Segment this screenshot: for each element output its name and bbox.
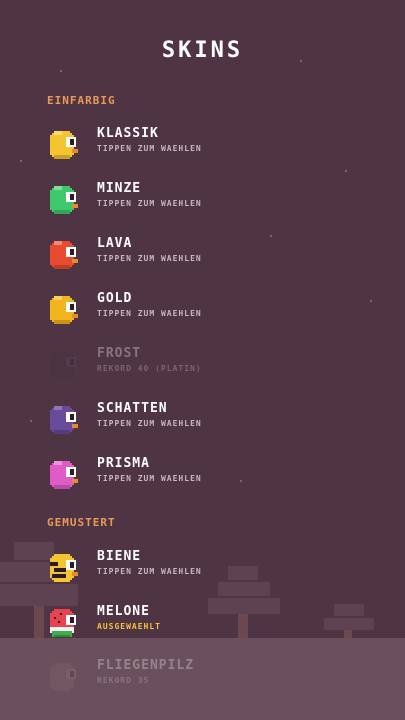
skin-status: TIPPEN ZUM WAEHLEN [97, 474, 202, 483]
skin-status: TIPPEN ZUM WAEHLEN [97, 199, 202, 208]
fliegenpilz-locked-skin-icon [50, 663, 76, 691]
skin-row-biene[interactable]: BIENE TIPPEN ZUM WAEHLEN [46, 547, 356, 591]
skin-row-melone[interactable]: MELONE AUSGEWAEHLT [46, 602, 356, 646]
skin-name: LAVA [97, 236, 133, 251]
skin-status: TIPPEN ZUM WAEHLEN [97, 144, 202, 153]
skin-status-selected: AUSGEWAEHLT [97, 622, 161, 631]
minze-skin-icon [50, 186, 78, 214]
skin-row-klassik[interactable]: KLASSIK TIPPEN ZUM WAEHLEN [46, 124, 356, 168]
skin-status: REKORD 35 [97, 676, 150, 685]
biene-skin-icon [50, 554, 78, 582]
skin-name: MINZE [97, 181, 142, 196]
skin-name: PRISMA [97, 456, 150, 471]
skin-status: TIPPEN ZUM WAEHLEN [97, 309, 202, 318]
schatten-skin-icon [50, 406, 78, 434]
skin-row-minze[interactable]: MINZE TIPPEN ZUM WAEHLEN [46, 179, 356, 223]
skin-row-frost[interactable]: FROST REKORD 40 (PLATIN) [46, 344, 356, 388]
skin-name: SCHATTEN [97, 401, 168, 416]
skin-name: GOLD [97, 291, 133, 306]
skin-status: REKORD 40 (PLATIN) [97, 364, 202, 373]
gold-skin-icon [50, 296, 78, 324]
skin-name: BIENE [97, 549, 142, 564]
skin-status: TIPPEN ZUM WAEHLEN [97, 419, 202, 428]
section-header-patterned: GEMUSTERT [47, 516, 116, 529]
klassik-skin-icon [50, 131, 78, 159]
prisma-skin-icon [50, 461, 78, 489]
skin-row-fliegenpilz[interactable]: FLIEGENPILZ REKORD 35 [46, 656, 356, 700]
skin-status: TIPPEN ZUM WAEHLEN [97, 254, 202, 263]
section-header-solid: EINFARBIG [47, 94, 116, 107]
skin-status: TIPPEN ZUM WAEHLEN [97, 567, 202, 576]
skin-name: KLASSIK [97, 126, 159, 141]
skin-row-prisma[interactable]: PRISMA TIPPEN ZUM WAEHLEN [46, 454, 356, 498]
melone-skin-icon [50, 609, 76, 637]
page-title: SKINS [161, 38, 244, 63]
skin-name: MELONE [97, 604, 150, 619]
skin-name: FLIEGENPILZ [97, 658, 195, 673]
skin-row-lava[interactable]: LAVA TIPPEN ZUM WAEHLEN [46, 234, 356, 278]
lava-skin-icon [50, 241, 78, 269]
frost-locked-skin-icon [50, 351, 76, 379]
skin-row-schatten[interactable]: SCHATTEN TIPPEN ZUM WAEHLEN [46, 399, 356, 443]
skin-row-gold[interactable]: GOLD TIPPEN ZUM WAEHLEN [46, 289, 356, 333]
skin-name: FROST [97, 346, 142, 361]
